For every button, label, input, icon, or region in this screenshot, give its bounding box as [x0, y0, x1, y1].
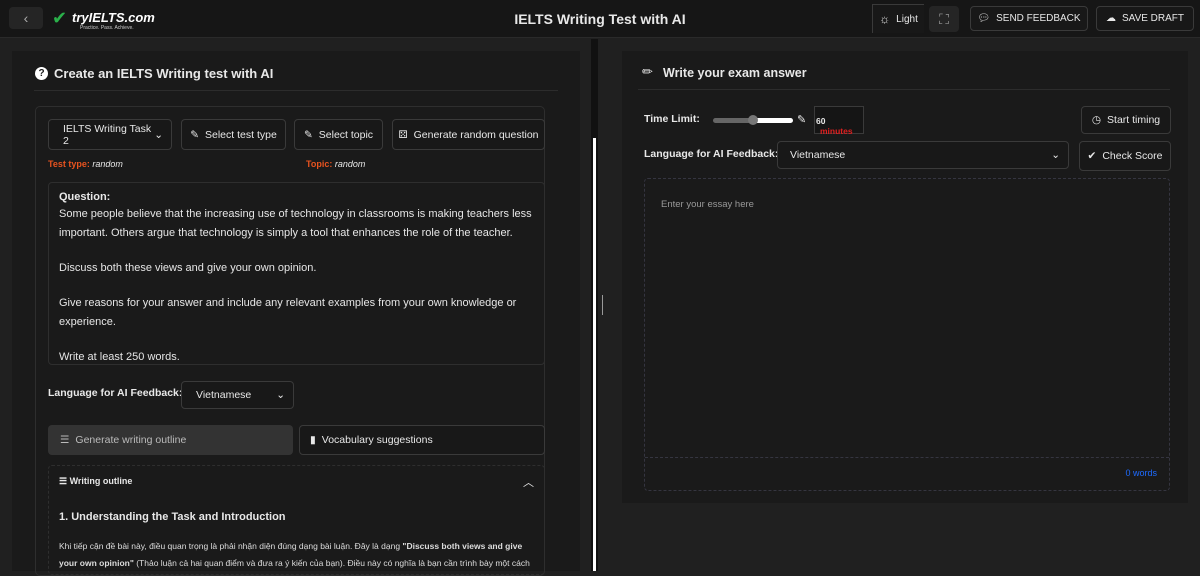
- select-test-type-label: Select test type: [205, 128, 277, 141]
- list-icon: ☰: [59, 476, 68, 486]
- generate-random-label: Generate random question: [413, 128, 539, 141]
- slider-thumb[interactable]: [748, 115, 758, 125]
- theme-label: Light: [896, 13, 918, 25]
- fullscreen-button[interactable]: ⛶: [929, 6, 959, 32]
- select-topic-button[interactable]: ✎ Select topic: [294, 119, 383, 150]
- outline-heading: 1. Understanding the Task and Introducti…: [59, 511, 286, 523]
- topic-value: random: [334, 159, 366, 169]
- vocabulary-label: Vocabulary suggestions: [321, 434, 433, 446]
- outline-title: Writing outline: [69, 476, 133, 486]
- edit-icon: ✎: [190, 128, 199, 141]
- language-label: Language for AI Feedback:: [644, 148, 779, 160]
- start-timing-label: Start timing: [1107, 114, 1161, 126]
- vocabulary-button[interactable]: ▮ Vocabulary suggestions: [299, 425, 545, 455]
- chat-icon: 💬︎: [977, 13, 991, 24]
- dice-icon: ⚄: [398, 128, 408, 141]
- list-icon: ☰: [60, 434, 70, 446]
- save-draft-button[interactable]: ☁ SAVE DRAFT: [1096, 6, 1194, 31]
- topic-info: Topic: random: [306, 159, 365, 169]
- book-icon: ▮: [310, 434, 316, 446]
- top-bar: ‹ ✔ tryIELTS.com Practice. Pass. Achieve…: [0, 0, 1200, 38]
- question-instruction: Give reasons for your answer and include…: [59, 297, 517, 328]
- test-type-label: Test type:: [48, 159, 90, 169]
- time-limit-label: Time Limit:: [644, 113, 700, 125]
- time-value: 60: [816, 116, 826, 126]
- generate-random-button[interactable]: ⚄ Generate random question: [392, 119, 545, 150]
- select-topic-label: Select topic: [318, 128, 374, 141]
- scrollbar-thumb[interactable]: [593, 138, 596, 571]
- time-input[interactable]: 60 minutes: [814, 106, 864, 136]
- task-select-value: IELTS Writing Task 2: [63, 122, 152, 147]
- test-type-value: random: [92, 159, 123, 169]
- writing-outline-section: ☰ Writing outline ︿ 1. Understanding the…: [48, 465, 545, 575]
- cloud-upload-icon: ☁: [1105, 13, 1116, 24]
- outline-text-part: Khi tiếp cận đề bài này, điều quan trọng…: [59, 541, 403, 551]
- start-timing-button[interactable]: ◷ Start timing: [1081, 106, 1171, 134]
- question-instruction: Discuss both these views and give your o…: [59, 262, 317, 274]
- time-slider[interactable]: [713, 115, 793, 125]
- essay-placeholder[interactable]: Enter your essay here: [661, 199, 754, 210]
- chevron-down-icon: ⌄: [276, 389, 285, 401]
- editor-footer-divider: [645, 457, 1169, 458]
- sun-icon: ☼: [879, 12, 891, 26]
- divider: [638, 89, 1170, 90]
- chevron-up-icon[interactable]: ︿: [523, 474, 534, 490]
- question-word-limit: Write at least 250 words.: [59, 351, 180, 363]
- send-feedback-button[interactable]: 💬︎ SEND FEEDBACK: [970, 6, 1088, 31]
- chevron-down-icon: ⌄: [154, 128, 163, 141]
- question-label: Question:: [59, 191, 111, 203]
- select-test-type-button[interactable]: ✎ Select test type: [181, 119, 286, 150]
- test-type-info: Test type: random: [48, 159, 123, 169]
- check-score-label: Check Score: [1102, 150, 1163, 162]
- language-label: Language for AI Feedback:: [48, 387, 183, 399]
- edit-time-icon[interactable]: ✎: [797, 113, 806, 126]
- fullscreen-icon: ⛶: [939, 10, 949, 27]
- chevron-down-icon: ⌄: [1051, 149, 1060, 161]
- check-circle-icon: ✔: [1087, 150, 1097, 162]
- pencil-icon: ✏: [642, 64, 653, 79]
- language-select[interactable]: Vietnamese ⌄: [181, 381, 294, 409]
- clock-icon: ◷: [1091, 114, 1102, 126]
- task-select[interactable]: IELTS Writing Task 2 ⌄: [48, 119, 172, 150]
- outline-text-part: (Thảo luận cả hai quan điểm và đưa ra ý …: [133, 558, 530, 568]
- theme-toggle[interactable]: ☼ Light: [872, 4, 924, 33]
- panel-title: Write your exam answer: [663, 66, 807, 80]
- outline-text: Khi tiếp cận đề bài này, điều quan trọng…: [59, 538, 539, 572]
- question-box: Question: Some people believe that the i…: [48, 182, 545, 365]
- language-select[interactable]: Vietnamese ⌄: [777, 141, 1069, 169]
- save-draft-label: SAVE DRAFT: [1121, 13, 1185, 24]
- question-text: Some people believe that the increasing …: [59, 208, 532, 239]
- scrollbar-track[interactable]: [591, 39, 598, 571]
- topic-label: Topic:: [306, 159, 333, 169]
- word-count: 0 words: [1125, 468, 1157, 478]
- language-select-value: Vietnamese: [790, 149, 846, 161]
- language-select-value: Vietnamese: [196, 389, 252, 401]
- generate-outline-label: Generate writing outline: [75, 434, 187, 446]
- resize-handle[interactable]: [602, 295, 605, 315]
- panel-title: Create an IELTS Writing test with AI: [54, 66, 274, 81]
- outline-header[interactable]: ☰ Writing outline: [59, 476, 132, 487]
- divider: [34, 90, 558, 91]
- essay-editor[interactable]: Enter your essay here 0 words: [644, 178, 1170, 491]
- send-feedback-label: SEND FEEDBACK: [996, 13, 1081, 24]
- time-unit: minutes: [820, 126, 853, 136]
- edit-icon: ✎: [303, 128, 313, 141]
- question-circle-icon: ?: [35, 67, 48, 80]
- generate-outline-button[interactable]: ☰ Generate writing outline: [48, 425, 293, 455]
- check-score-button[interactable]: ✔ Check Score: [1079, 141, 1171, 171]
